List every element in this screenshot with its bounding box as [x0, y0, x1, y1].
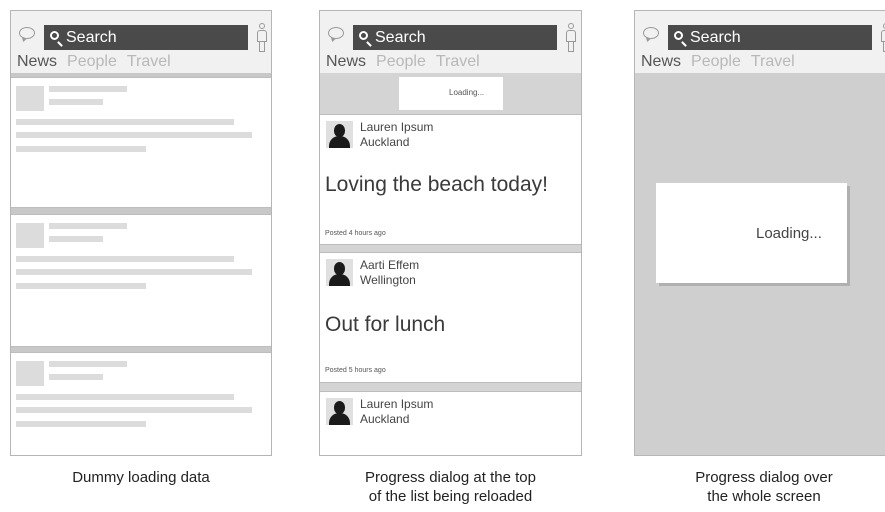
placeholder-card — [11, 77, 271, 208]
chat-bubble-icon[interactable] — [19, 27, 35, 39]
placeholder-line — [16, 269, 252, 275]
loading-dialog: Loading... — [656, 183, 847, 283]
caption-line: Progress dialog over — [695, 469, 833, 486]
person-icon[interactable] — [881, 23, 885, 53]
search-icon — [359, 31, 368, 40]
search-label: Search — [375, 29, 426, 46]
placeholder-line — [16, 256, 234, 262]
tab-people[interactable]: People — [376, 53, 426, 70]
post-location: Auckland — [360, 135, 410, 149]
placeholder-avatar — [16, 361, 44, 386]
post-card[interactable]: Aarti Effem Wellington Out for lunch Pos… — [320, 252, 581, 383]
loading-dialog: Loading... — [399, 77, 503, 110]
post-location: Auckland — [360, 412, 410, 426]
tab-people[interactable]: People — [67, 53, 117, 70]
loading-label: Loading... — [756, 225, 822, 242]
caption-line: Dummy loading data — [72, 469, 210, 486]
person-icon[interactable] — [257, 23, 267, 53]
tab-bar: News People Travel — [641, 53, 805, 71]
placeholder-line — [49, 236, 103, 242]
placeholder-card — [11, 214, 271, 347]
person-icon[interactable] — [566, 23, 576, 53]
placeholder-line — [16, 119, 234, 125]
placeholder-line — [16, 394, 234, 400]
tab-news[interactable]: News — [641, 53, 681, 70]
tab-people[interactable]: People — [691, 53, 741, 70]
search-bar[interactable]: Search — [668, 25, 872, 50]
placeholder-avatar — [16, 86, 44, 111]
search-bar[interactable]: Search — [353, 25, 557, 50]
caption-line: Progress dialog at the top — [365, 469, 536, 486]
post-author: Lauren Ipsum — [360, 397, 434, 411]
phone-mockup-dummy-data: Search News People Travel — [10, 10, 272, 456]
post-location: Wellington — [360, 273, 416, 287]
placeholder-line — [16, 421, 146, 427]
avatar — [326, 259, 353, 286]
caption-panel3: Progress dialog over the whole screen — [634, 468, 885, 506]
app-header: Search News People Travel — [11, 11, 271, 73]
post-card[interactable]: Lauren Ipsum Auckland Loving the beach t… — [320, 114, 581, 245]
post-card[interactable]: Lauren Ipsum Auckland — [320, 391, 581, 455]
post-author: Lauren Ipsum — [360, 120, 434, 134]
placeholder-line — [16, 146, 146, 152]
avatar — [326, 121, 353, 148]
post-author: Aarti Effem — [360, 258, 420, 272]
caption-panel2: Progress dialog at the top of the list b… — [319, 468, 582, 506]
caption-panel1: Dummy loading data — [10, 468, 272, 487]
post-time: Posted 4 hours ago — [325, 230, 386, 237]
placeholder-line — [49, 86, 127, 92]
chat-bubble-icon[interactable] — [643, 27, 659, 39]
post-text: Out for lunch — [325, 313, 446, 336]
placeholder-line — [16, 132, 252, 138]
tab-news[interactable]: News — [17, 53, 57, 70]
tab-travel[interactable]: Travel — [127, 53, 171, 70]
search-label: Search — [690, 29, 741, 46]
post-text: Loving the beach today! — [325, 173, 549, 196]
phone-mockup-top-progress: Search News People Travel Loading... Laure… — [319, 10, 582, 456]
placeholder-line — [16, 407, 252, 413]
feed-content: Loading... Lauren Ipsum Auckland Loving … — [320, 73, 581, 455]
caption-line: the whole screen — [707, 488, 821, 505]
placeholder-card — [11, 352, 271, 455]
placeholder-line — [49, 99, 103, 105]
tab-bar: News People Travel — [326, 53, 490, 71]
chat-bubble-icon[interactable] — [328, 27, 344, 39]
tab-bar: News People Travel — [17, 53, 181, 71]
placeholder-line — [49, 361, 127, 367]
feed-content — [11, 73, 271, 455]
search-bar[interactable]: Search — [44, 25, 248, 50]
placeholder-line — [16, 283, 146, 289]
app-header: Search News People Travel — [635, 11, 885, 73]
loading-label: Loading... — [449, 88, 485, 97]
placeholder-line — [49, 374, 103, 380]
placeholder-line — [49, 223, 127, 229]
tab-travel[interactable]: Travel — [751, 53, 795, 70]
app-header: Search News People Travel — [320, 11, 581, 73]
post-time: Posted 5 hours ago — [325, 367, 386, 374]
search-icon — [50, 31, 59, 40]
search-icon — [674, 31, 683, 40]
caption-line: of the list being reloaded — [368, 488, 533, 505]
search-label: Search — [66, 29, 117, 46]
placeholder-avatar — [16, 223, 44, 248]
tab-travel[interactable]: Travel — [436, 53, 480, 70]
overlay-backdrop: Loading... — [635, 73, 885, 455]
phone-mockup-fullscreen-progress: Search News People Travel Loading... — [634, 10, 885, 456]
tab-news[interactable]: News — [326, 53, 366, 70]
avatar — [326, 398, 353, 425]
